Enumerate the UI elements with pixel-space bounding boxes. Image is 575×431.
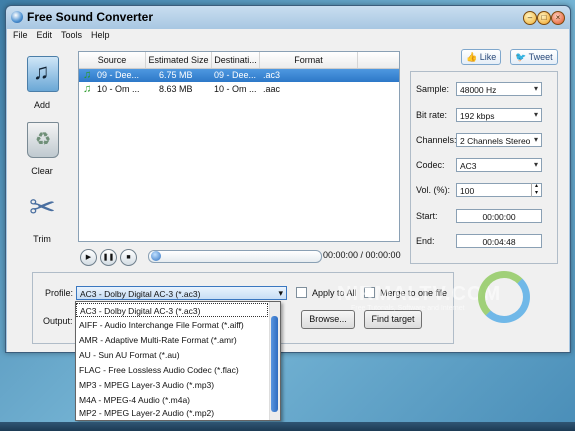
pause-button[interactable]: ❚❚ [100,249,117,266]
clear-label: Clear [31,166,53,176]
tweet-label: Tweet [528,52,553,62]
cell-source: 09 - Dee... [97,70,140,80]
clear-button[interactable]: Clear [13,118,71,180]
settings-panel: Sample: 48000 Hz Bit rate: 192 kbps Chan… [410,71,558,264]
profile-label: Profile: [45,288,74,298]
cell-destination: 09 - Dee... [214,70,257,80]
end-time-field[interactable]: 00:04:48 [456,234,542,248]
menu-file[interactable]: File [7,29,31,40]
play-button[interactable]: ▶ [80,249,97,266]
thumbs-up-icon: 👍 [466,52,478,62]
music-file-icon: ♫ [83,83,92,95]
profile-dropdown-list[interactable]: AC3 - Dolby Digital AC-3 (*.ac3) AIFF - … [75,301,281,421]
volume-stepper[interactable]: 100 [456,183,542,197]
watermark-logo [478,271,530,323]
watermark-text: NIRMALTV.COM [337,283,502,305]
facebook-like-button[interactable]: 👍 Like [461,49,502,65]
like-label: Like [479,52,497,62]
profile-option[interactable]: AU - Sun AU Format (*.au) [76,348,268,362]
minimize-button[interactable]: – [523,11,537,25]
watermark-subtext: Free Tutorials, Software and Internet [351,305,465,312]
window-title: Free Sound Converter [27,10,154,24]
table-row[interactable]: ♫ 10 - Om ... 8.63 MB 10 - Om ... .aac [79,83,399,96]
sample-label: Sample: [416,84,450,94]
profile-option[interactable]: FLAC - Free Lossless Audio Codec (*.flac… [76,363,268,377]
menu-edit[interactable]: Edit [31,29,56,40]
profile-select[interactable]: AC3 - Dolby Digital AC-3 (*.ac3) [76,286,287,300]
codec-label: Codec: [416,160,445,170]
apply-to-all-checkbox[interactable] [296,287,307,298]
maximize-button[interactable]: □ [537,11,551,25]
scissors-icon [27,188,57,226]
col-source[interactable]: Source [79,52,146,68]
profile-option[interactable]: AC3 - Dolby Digital AC-3 (*.ac3) [76,303,268,317]
bitrate-label: Bit rate: [416,110,448,120]
recycle-bin-icon [27,122,59,158]
stop-button[interactable]: ■ [120,249,137,266]
taskbar [0,422,575,431]
start-label: Start: [416,211,438,221]
file-list-header: Source Estimated Size Destinati... Forma… [79,52,399,69]
col-format[interactable]: Format [260,52,358,68]
channels-select[interactable]: 2 Channels Stereo [456,133,542,147]
seek-handle[interactable] [151,251,161,261]
bird-icon: 🐦 [515,52,527,62]
cell-format: .ac3 [263,70,281,80]
profile-option[interactable]: AMR - Adaptive Multi-Rate Format (*.amr) [76,333,268,347]
bitrate-select[interactable]: 192 kbps [456,108,542,122]
trim-label: Trim [33,234,51,244]
music-file-icon: ♫ [83,69,92,81]
title-bar: Free Sound Converter – □ × [6,6,570,28]
scrollbar-thumb[interactable] [271,316,278,412]
music-note-add-icon [27,56,59,92]
menu-tools[interactable]: Tools [55,29,85,40]
menu-help[interactable]: Help [85,29,113,40]
cell-destination: 10 - Om ... [214,84,257,94]
output-label: Output: [43,316,73,326]
profile-option[interactable]: AIFF - Audio Interchange File Format (*.… [76,318,268,332]
cell-size: 8.63 MB [159,84,193,94]
add-label: Add [33,100,50,110]
start-time-field[interactable]: 00:00:00 [456,209,542,223]
volume-label: Vol. (%): [416,185,451,195]
profile-option[interactable]: M4A - MPEG-4 Audio (*.m4a) [76,393,268,407]
menu-bar: File Edit Tools Help [7,29,569,44]
time-readout: 00:00:00 / 00:00:00 [323,250,401,260]
col-destination[interactable]: Destinati... [212,52,260,68]
dropdown-scrollbar[interactable] [269,302,280,420]
browse-button[interactable]: Browse... [301,310,355,329]
close-button[interactable]: × [551,11,565,25]
end-label: End: [416,236,435,246]
find-target-button[interactable]: Find target [364,310,422,329]
tweet-button[interactable]: 🐦 Tweet [510,49,558,65]
app-icon [11,11,23,23]
profile-option[interactable]: MP3 - MPEG Layer-3 Audio (*.mp3) [76,378,268,392]
trim-button[interactable]: Trim [13,186,71,248]
col-estimated-size[interactable]: Estimated Size [146,52,212,68]
cell-format: .aac [263,84,281,94]
profile-option[interactable]: MP2 - MPEG Layer-2 Audio (*.mp2) [76,407,268,419]
table-row[interactable]: ♫ 09 - Dee... 6.75 MB 09 - Dee... .ac3 [79,69,399,82]
cell-size: 6.75 MB [159,70,193,80]
file-list[interactable]: Source Estimated Size Destinati... Forma… [78,51,400,242]
channels-label: Channels: [416,135,457,145]
cell-source: 10 - Om ... [97,84,140,94]
codec-select[interactable]: AC3 [456,158,542,172]
add-button[interactable]: Add [13,52,71,114]
seek-slider[interactable] [148,250,322,263]
sample-rate-select[interactable]: 48000 Hz [456,82,542,96]
